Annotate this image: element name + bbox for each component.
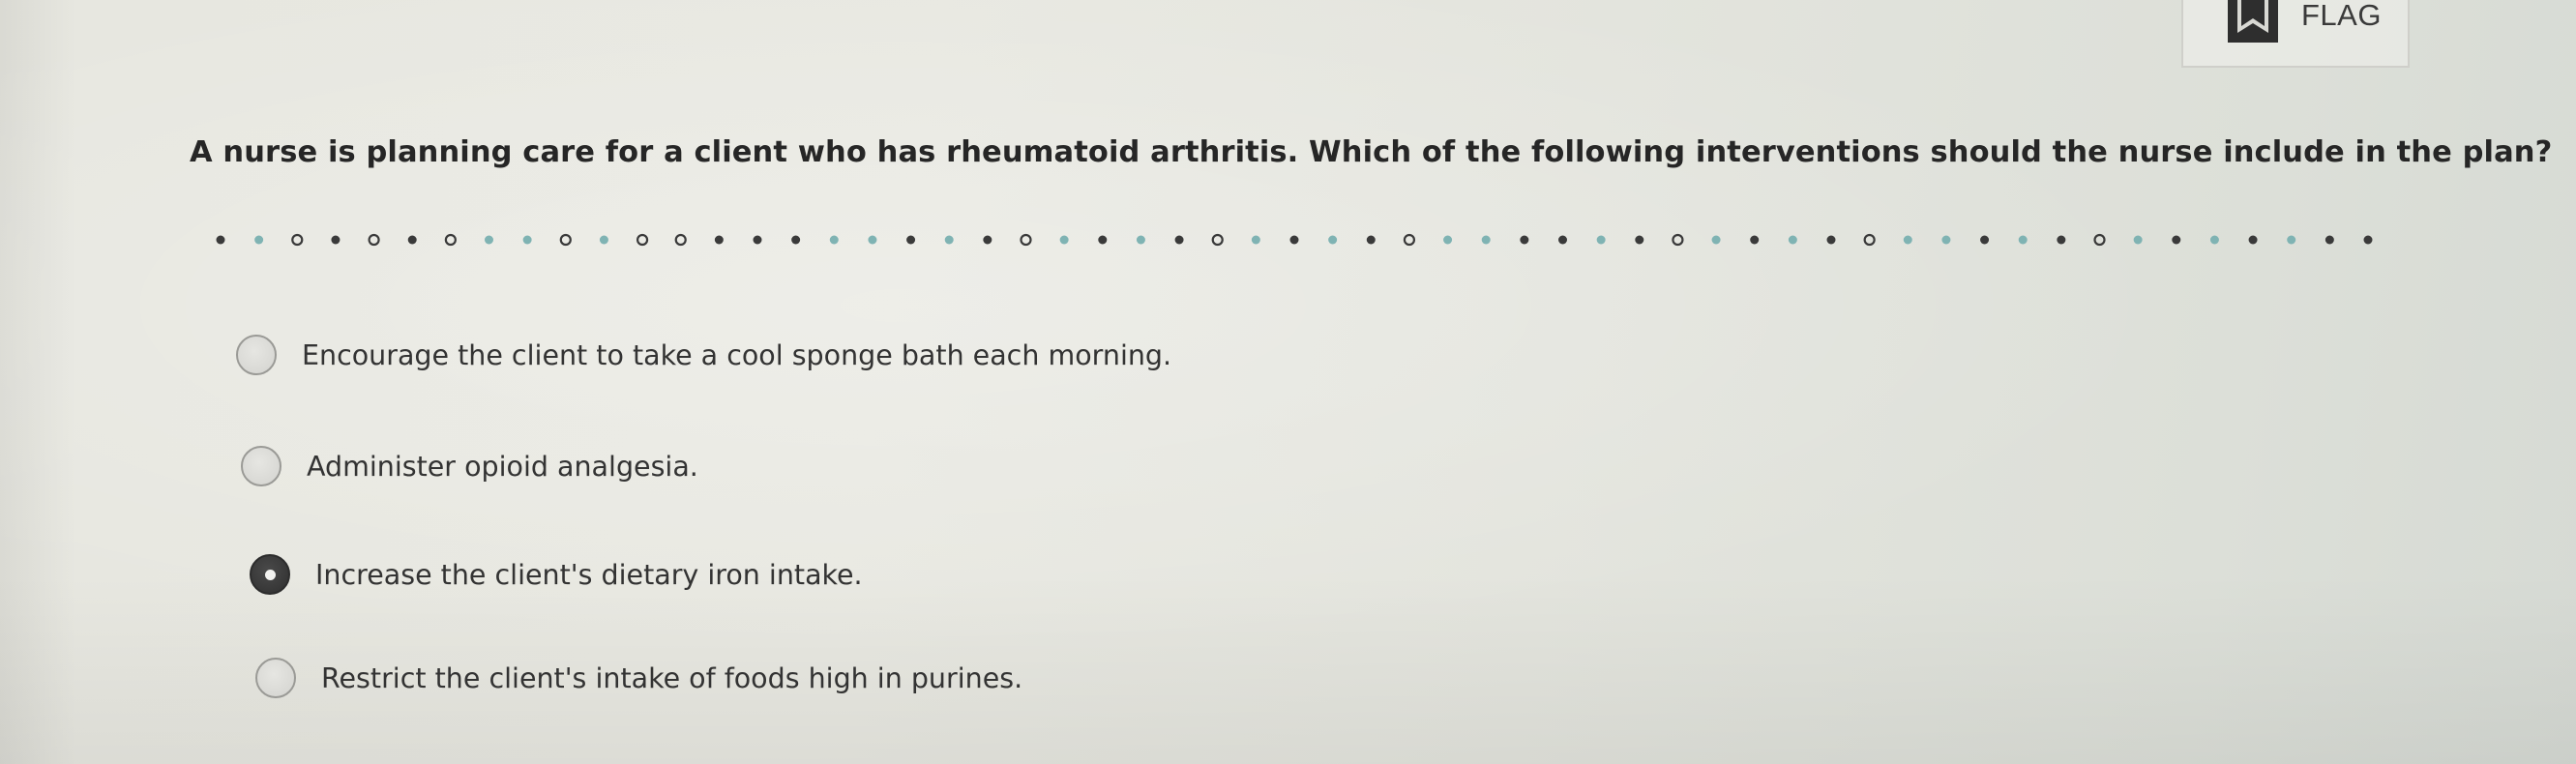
divider-dot xyxy=(753,235,762,245)
divider-dot xyxy=(1941,235,1951,245)
answer-option-4[interactable]: Restrict the client's intake of foods hi… xyxy=(255,658,1022,698)
divider-dot xyxy=(1863,233,1876,247)
divider-dot xyxy=(983,235,992,245)
divider-dot xyxy=(2133,235,2143,245)
answer-option-1-label: Encourage the client to take a cool spon… xyxy=(302,338,1172,371)
divider-dot xyxy=(791,235,801,245)
answer-option-3-label: Increase the client's dietary iron intak… xyxy=(315,558,863,591)
divider-dot xyxy=(254,235,264,245)
divider-dot xyxy=(1481,235,1491,245)
answer-option-1[interactable]: Encourage the client to take a cool spon… xyxy=(236,335,1171,375)
divider-dot xyxy=(2093,233,2106,247)
answer-option-3[interactable]: Increase the client's dietary iron intak… xyxy=(250,554,863,595)
divider-dot xyxy=(368,233,380,247)
question-text: A nurse is planning care for a client wh… xyxy=(190,135,2553,169)
divider-dot xyxy=(559,233,572,247)
radio-button-4[interactable] xyxy=(255,658,296,698)
divider-dot xyxy=(1403,233,1416,247)
divider-dot xyxy=(1443,235,1453,245)
divider-dot xyxy=(829,235,839,245)
answer-option-4-label: Restrict the client's intake of foods hi… xyxy=(321,661,1023,694)
divider-dot xyxy=(291,233,304,247)
radio-button-1[interactable] xyxy=(236,335,277,375)
photo-vignette xyxy=(0,0,2576,764)
divider-dot xyxy=(1020,233,1032,247)
flag-label: FLAG xyxy=(2301,0,2382,32)
divider-dot xyxy=(1750,235,1760,245)
divider-dot xyxy=(2057,235,2066,245)
radio-button-3-selected[interactable] xyxy=(250,554,290,595)
flag-button[interactable]: FLAG xyxy=(2181,0,2410,68)
divider-dot xyxy=(2018,235,2028,245)
divider-dot xyxy=(1711,235,1721,245)
divider-dot xyxy=(2287,235,2296,245)
divider-dot xyxy=(1059,235,1069,245)
divider-dot xyxy=(636,233,649,247)
radio-button-2[interactable] xyxy=(241,446,281,486)
divider-dot xyxy=(944,235,954,245)
divider-dot xyxy=(1596,235,1606,245)
divider-dot xyxy=(522,235,532,245)
divider-dot xyxy=(2209,235,2219,245)
answer-option-2-label: Administer opioid analgesia. xyxy=(307,450,698,483)
divider-dot xyxy=(1520,235,1529,245)
divider-dot xyxy=(216,235,225,245)
divider-dot xyxy=(1136,235,1145,245)
divider-dot xyxy=(1174,235,1184,245)
divider-dot xyxy=(1289,235,1299,245)
bookmark-flag-icon xyxy=(2228,0,2278,43)
divider-dot xyxy=(331,235,341,245)
answer-option-2[interactable]: Administer opioid analgesia. xyxy=(241,446,698,486)
divider-dot xyxy=(1635,235,1644,245)
divider-dot xyxy=(2172,235,2181,245)
divider-dot xyxy=(1980,235,1990,245)
divider-dot xyxy=(407,235,417,245)
divider-dot xyxy=(1366,235,1376,245)
divider-dot xyxy=(2324,235,2334,245)
divider-dot xyxy=(1903,235,1912,245)
divider-dot xyxy=(1211,233,1224,247)
divider-dot xyxy=(444,233,457,247)
divider-dot xyxy=(485,235,493,245)
divider-dot xyxy=(714,235,724,245)
divider-dot xyxy=(868,235,877,245)
dotted-divider xyxy=(216,233,2373,247)
divider-dot xyxy=(1558,235,1567,245)
divider-dot xyxy=(674,233,687,247)
divider-dot xyxy=(906,235,916,245)
divider-dot xyxy=(1251,235,1260,245)
divider-dot xyxy=(2363,235,2373,245)
divider-dot xyxy=(1328,235,1338,245)
divider-dot xyxy=(599,235,608,245)
divider-dot xyxy=(1788,235,1797,245)
divider-dot xyxy=(1826,235,1836,245)
divider-dot xyxy=(1098,235,1108,245)
divider-dot xyxy=(2248,235,2258,245)
divider-dot xyxy=(1672,233,1684,247)
